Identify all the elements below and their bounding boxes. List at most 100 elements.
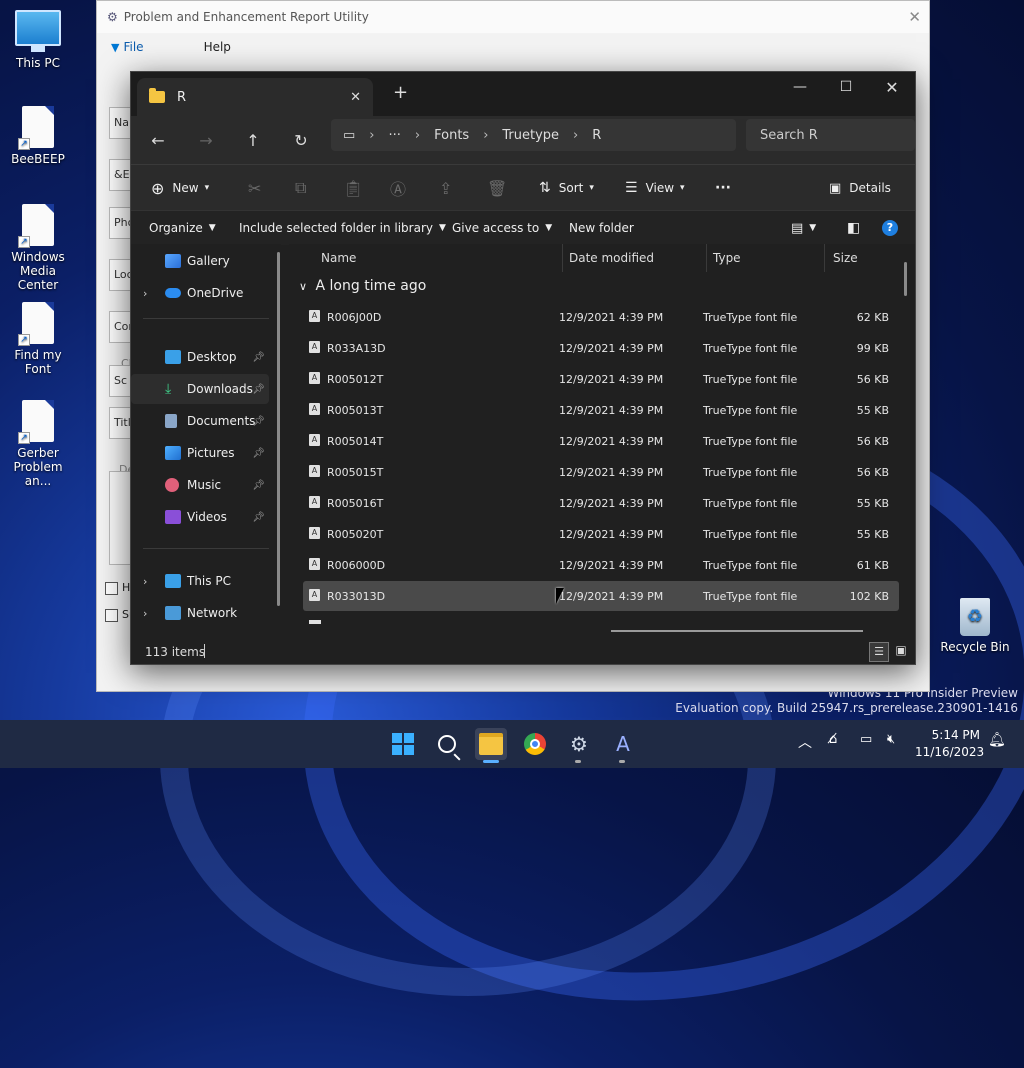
network-offline-icon[interactable]: ⌂̸ bbox=[829, 732, 837, 747]
tab-close-icon[interactable]: ✕ bbox=[350, 90, 361, 105]
pin-icon[interactable]: 📌︎ bbox=[252, 480, 265, 491]
refresh-icon[interactable]: ↻ bbox=[286, 126, 316, 154]
desktop-icon-this-pc[interactable]: This PC bbox=[0, 10, 76, 70]
vertical-scrollbar[interactable] bbox=[904, 262, 907, 296]
breadcrumb-fonts[interactable]: Fonts bbox=[434, 128, 469, 143]
search-input[interactable]: Search R bbox=[746, 119, 915, 151]
pin-icon[interactable]: 📌︎ bbox=[252, 384, 265, 395]
nav-item-this-pc[interactable]: › This PC bbox=[131, 566, 269, 596]
rename-icon[interactable]: Ⓐ bbox=[390, 165, 406, 211]
minimize-icon[interactable]: — bbox=[777, 72, 823, 102]
preview-pane-icon[interactable]: ◧ bbox=[847, 211, 860, 245]
nav-item-onedrive[interactable]: › OneDrive bbox=[131, 278, 269, 308]
font-app-icon[interactable]: A bbox=[607, 728, 639, 763]
network-icon bbox=[165, 606, 181, 620]
horizontal-scrollbar[interactable] bbox=[611, 630, 863, 632]
table-row[interactable]: A R006000D 12/9/2021 4:39 PM TrueType font … bbox=[303, 550, 899, 580]
file-explorer-taskbar-icon[interactable] bbox=[475, 728, 507, 763]
table-row[interactable]: A R005012T 12/9/2021 4:39 PM TrueType font … bbox=[303, 364, 899, 394]
new-tab-button[interactable]: + bbox=[393, 82, 408, 103]
nav-item-gallery[interactable]: Gallery bbox=[131, 246, 269, 276]
new-button[interactable]: ⊕ New ▾ bbox=[151, 165, 209, 211]
chevron-right-icon[interactable]: › bbox=[143, 607, 147, 620]
organize-button[interactable]: Organize ▼ bbox=[149, 211, 216, 245]
include-in-library-button[interactable]: Include selected folder in library ▼ bbox=[239, 211, 446, 245]
table-row[interactable]: A R005015T 12/9/2021 4:39 PM TrueType font … bbox=[303, 457, 899, 487]
nav-item-network[interactable]: › Network bbox=[131, 598, 269, 628]
table-row[interactable]: A R005013T 12/9/2021 4:39 PM TrueType font … bbox=[303, 395, 899, 425]
clock-date[interactable]: 11/16/2023 bbox=[915, 745, 984, 759]
change-view-icon[interactable]: ▤ ▼ bbox=[791, 211, 816, 245]
file-explorer-window[interactable]: R ✕ + — ☐ ✕ ← → ↑ ↻ ▭ › ··· › Fonts › Tr… bbox=[130, 71, 916, 665]
chevron-right-icon[interactable]: › bbox=[143, 287, 147, 300]
pin-icon[interactable]: 📌︎ bbox=[252, 512, 265, 523]
share-icon[interactable]: ⇪ bbox=[439, 165, 452, 211]
desktop-icon-windows-media-center[interactable]: ↗ Windows Media Center bbox=[0, 204, 76, 292]
nav-item-pictures[interactable]: Pictures 📌︎ bbox=[131, 438, 269, 468]
nav-item-videos[interactable]: Videos 📌︎ bbox=[131, 502, 269, 532]
table-row[interactable]: A R005020T 12/9/2021 4:39 PM TrueType font … bbox=[303, 519, 899, 549]
desktop-icon-recycle-bin[interactable]: ♻ Recycle Bin bbox=[937, 598, 1013, 654]
nav-item-downloads[interactable]: ⤓ Downloads 📌︎ bbox=[131, 374, 269, 404]
forward-arrow-icon[interactable]: → bbox=[191, 126, 221, 154]
menu-file[interactable]: ▼ File bbox=[111, 40, 174, 54]
breadcrumb-truetype[interactable]: Truetype bbox=[502, 128, 559, 143]
report-utility-taskbar-icon[interactable]: ⚙ bbox=[563, 728, 595, 763]
delete-icon[interactable]: 🗑︎ bbox=[487, 165, 507, 211]
pin-icon[interactable]: 📌︎ bbox=[252, 416, 265, 427]
desktop-icon-find-my-font[interactable]: ↗ Find my Font bbox=[0, 302, 76, 376]
volume-muted-icon[interactable]: 🔇︎ bbox=[887, 732, 895, 747]
chevron-up-icon[interactable]: ︿ bbox=[798, 732, 812, 752]
tab-r[interactable]: R ✕ bbox=[137, 78, 373, 116]
up-arrow-icon[interactable]: ↑ bbox=[238, 126, 268, 154]
nav-item-desktop[interactable]: Desktop 📌︎ bbox=[131, 342, 269, 372]
address-box[interactable]: ▭ › ··· › Fonts › Truetype › R bbox=[331, 119, 736, 151]
column-header-date[interactable]: Date modified bbox=[561, 244, 707, 272]
close-window-icon[interactable]: ✕ bbox=[869, 72, 915, 102]
file-type: TrueType font file bbox=[703, 311, 798, 324]
pin-icon[interactable]: 📌︎ bbox=[252, 448, 265, 459]
nav-scrollbar[interactable] bbox=[277, 252, 280, 606]
menu-help[interactable]: Help bbox=[204, 40, 231, 54]
breadcrumb-r[interactable]: R bbox=[592, 128, 601, 143]
back-arrow-icon[interactable]: ← bbox=[143, 126, 173, 154]
sort-button[interactable]: ⇅ Sort ▾ bbox=[539, 165, 594, 211]
table-row[interactable]: A R006J00D 12/9/2021 4:39 PM TrueType font … bbox=[303, 302, 899, 332]
pin-icon[interactable]: 📌︎ bbox=[252, 352, 265, 363]
column-header-name[interactable]: Name bbox=[313, 244, 563, 272]
nav-item-music[interactable]: Music 📌︎ bbox=[131, 470, 269, 500]
breadcrumb-more[interactable]: ··· bbox=[389, 128, 401, 143]
chrome-icon[interactable] bbox=[519, 728, 551, 760]
table-row[interactable]: A R005014T 12/9/2021 4:39 PM TrueType font … bbox=[303, 426, 899, 456]
shortcut-arrow-icon: ↗ bbox=[18, 236, 30, 248]
search-icon[interactable] bbox=[431, 728, 463, 761]
clock-time[interactable]: 5:14 PM bbox=[920, 728, 980, 742]
copy-icon[interactable]: ⧉ bbox=[295, 165, 306, 211]
display-icon[interactable]: ▭ bbox=[860, 732, 872, 747]
chevron-right-icon[interactable]: › bbox=[143, 575, 147, 588]
details-view-icon[interactable]: ☰ bbox=[869, 642, 889, 662]
give-access-button[interactable]: Give access to ▼ bbox=[452, 211, 552, 245]
notification-bell-icon[interactable]: 🔔︎ bbox=[988, 732, 1006, 748]
table-row[interactable]: A R033013D 12/9/2021 4:39 PM TrueType font … bbox=[303, 581, 899, 611]
help-icon[interactable]: ? bbox=[882, 211, 898, 245]
new-folder-button[interactable]: New folder bbox=[569, 211, 634, 245]
start-windows-icon[interactable] bbox=[387, 728, 419, 760]
file-date: 12/9/2021 4:39 PM bbox=[559, 528, 664, 541]
view-button[interactable]: ☰ View ▾ bbox=[625, 165, 685, 211]
details-button[interactable]: ▣ Details bbox=[829, 165, 891, 211]
column-header-type[interactable]: Type bbox=[705, 244, 825, 272]
close-icon[interactable]: ✕ bbox=[908, 8, 921, 26]
group-header[interactable]: ∨ A long time ago bbox=[299, 278, 426, 294]
table-row[interactable]: A R033A13D 12/9/2021 4:39 PM TrueType font … bbox=[303, 333, 899, 363]
cut-icon[interactable]: ✂ bbox=[248, 165, 261, 211]
paste-icon[interactable]: 📋︎ bbox=[343, 165, 363, 211]
maximize-icon[interactable]: ☐ bbox=[823, 72, 869, 102]
table-row[interactable]: A R005016T 12/9/2021 4:39 PM TrueType font … bbox=[303, 488, 899, 518]
desktop-icon-beebeep[interactable]: ↗ BeeBEEP bbox=[0, 106, 76, 166]
desktop-icon-gerber[interactable]: ↗ Gerber Problem an... bbox=[0, 400, 76, 488]
nav-item-documents[interactable]: Documents 📌︎ bbox=[131, 406, 269, 436]
more-options-button[interactable]: ··· bbox=[715, 165, 731, 211]
tiles-view-icon[interactable]: ▣ bbox=[892, 642, 910, 660]
column-header-size[interactable]: Size bbox=[825, 244, 905, 272]
